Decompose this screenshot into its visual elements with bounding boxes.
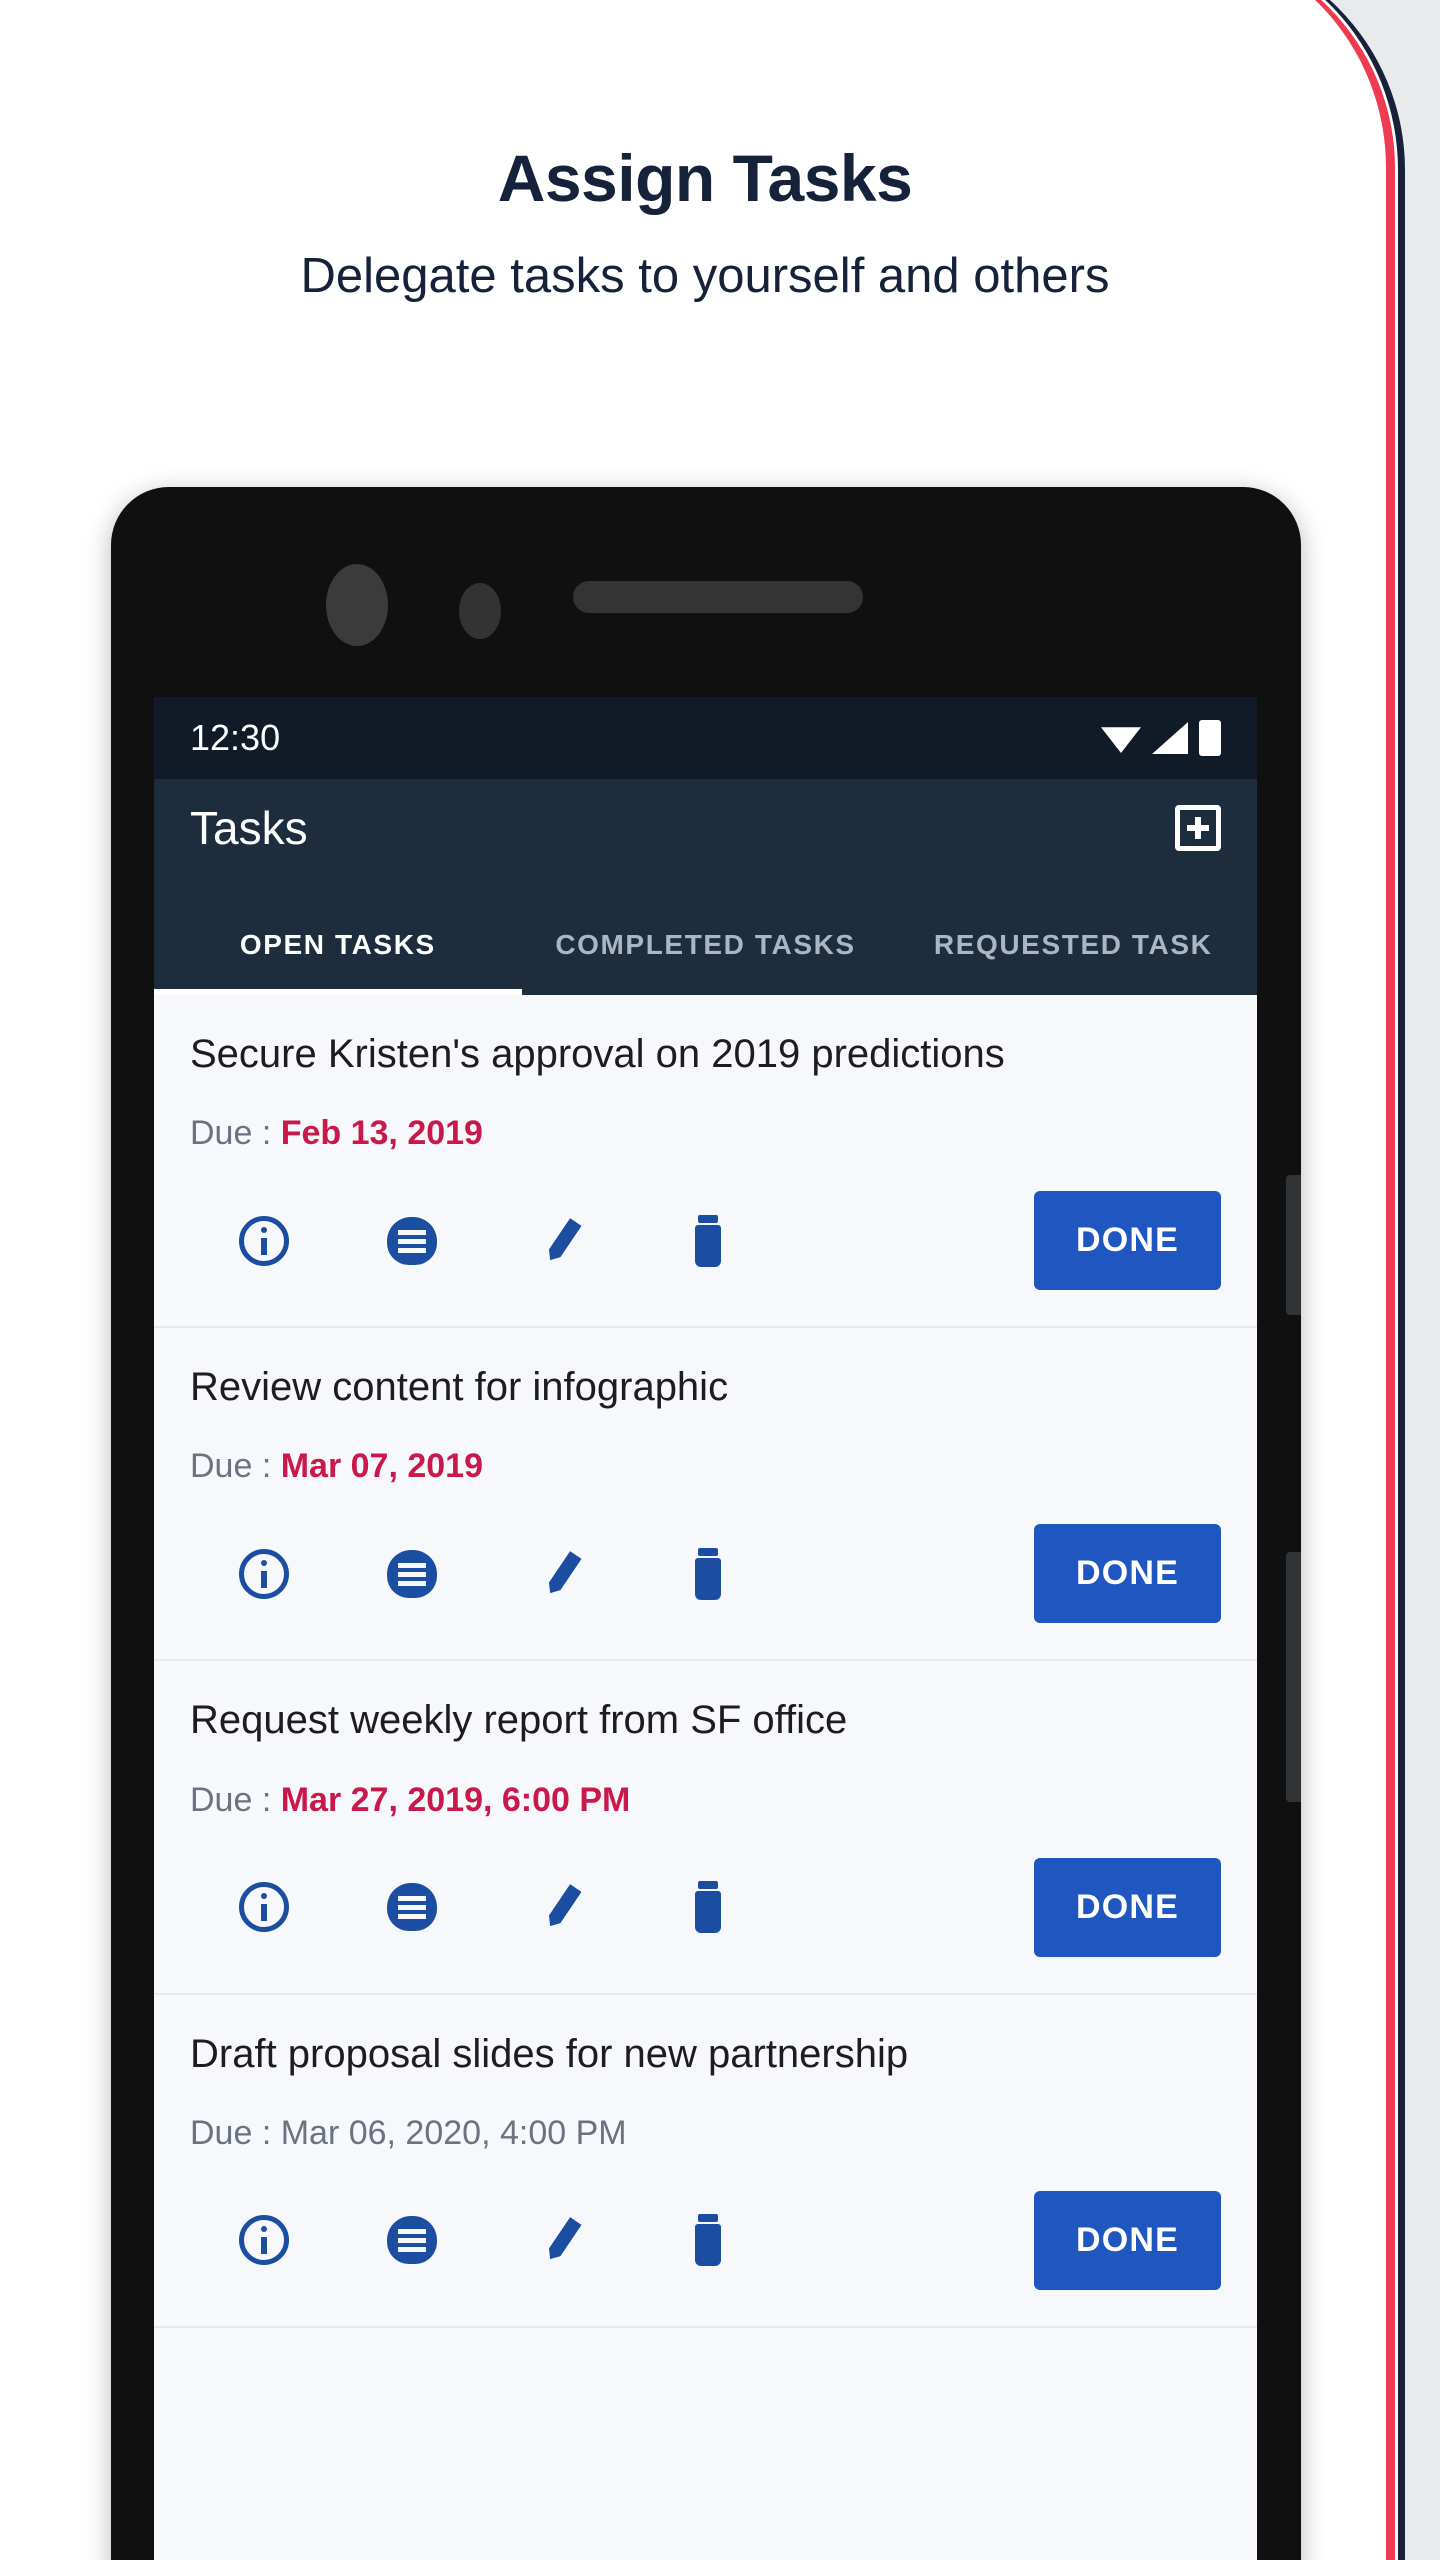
done-button[interactable]: DONE — [1033, 1857, 1221, 1957]
due-date: Mar 06, 2020, 4:00 PM — [280, 2113, 627, 2152]
task-list-item[interactable]: Request weekly report from SF office Due… — [154, 1661, 1257, 1995]
delete-button[interactable] — [634, 1547, 782, 1600]
phone-bezel-top — [111, 487, 1301, 697]
task-action-row: DONE — [190, 2190, 1221, 2326]
pencil-icon — [535, 1882, 585, 1932]
pencil-icon — [535, 1216, 585, 1266]
info-icon — [239, 1882, 289, 1933]
delete-button[interactable] — [634, 1881, 782, 1934]
phone-mockup: 12:30 Tasks OPEN TASKS COMPLETED TASKS R… — [111, 487, 1301, 2560]
status-bar: 12:30 — [154, 697, 1257, 779]
edit-button[interactable] — [486, 1882, 634, 1932]
task-action-row: DONE — [190, 1524, 1221, 1659]
due-label: Due : — [190, 2113, 281, 2152]
wifi-icon — [1101, 727, 1141, 753]
comment-icon — [387, 1549, 437, 1598]
task-list-item[interactable]: Review content for infographic Due : Mar… — [154, 1328, 1257, 1662]
app-bar: Tasks — [154, 779, 1257, 877]
info-icon — [239, 2215, 289, 2266]
status-bar-clock: 12:30 — [190, 717, 281, 758]
page-subtitle: Delegate tasks to yourself and others — [300, 249, 1110, 303]
comment-button[interactable] — [338, 1549, 486, 1598]
comment-icon — [387, 1883, 437, 1932]
done-button[interactable]: DONE — [1033, 1191, 1221, 1291]
task-action-row: DONE — [190, 1857, 1221, 1993]
pencil-icon — [535, 1549, 585, 1599]
due-label: Due : — [190, 1447, 281, 1486]
trash-icon — [686, 1881, 730, 1934]
task-due: Due : Feb 13, 2019 — [190, 1114, 1221, 1153]
camera-lens-icon — [326, 564, 388, 646]
status-bar-icons — [1101, 720, 1221, 756]
task-due: Due : Mar 06, 2020, 4:00 PM — [190, 2114, 1221, 2153]
due-label: Due : — [190, 1780, 281, 1819]
promo-header: Assign Tasks Delegate tasks to yourself … — [0, 0, 1410, 304]
due-date: Feb 13, 2019 — [280, 1114, 483, 1153]
due-label: Due : — [190, 1114, 281, 1153]
edit-button[interactable] — [486, 2215, 634, 2265]
tab-completed-tasks[interactable]: COMPLETED TASKS — [522, 927, 890, 995]
task-title: Secure Kristen's approval on 2019 predic… — [190, 1032, 1005, 1076]
done-button[interactable]: DONE — [1033, 1524, 1221, 1624]
info-button[interactable] — [190, 1882, 338, 1933]
task-list: Secure Kristen's approval on 2019 predic… — [154, 995, 1257, 2328]
comment-button[interactable] — [338, 1216, 486, 1265]
earpiece-speaker — [573, 581, 863, 613]
proximity-sensor-icon — [459, 583, 501, 639]
tab-open-tasks[interactable]: OPEN TASKS — [154, 927, 522, 995]
trash-icon — [686, 2214, 730, 2267]
info-button[interactable] — [190, 1548, 338, 1599]
info-icon — [239, 1215, 289, 1266]
phone-power-button[interactable] — [1286, 1175, 1301, 1315]
task-action-row: DONE — [190, 1191, 1221, 1326]
info-button[interactable] — [190, 1215, 338, 1266]
delete-button[interactable] — [634, 1214, 782, 1267]
pencil-icon — [535, 2215, 585, 2265]
trash-icon — [686, 1214, 730, 1267]
task-list-item[interactable]: Draft proposal slides for new partnershi… — [154, 1995, 1257, 2328]
edit-button[interactable] — [486, 1216, 634, 1266]
page-title: Assign Tasks — [497, 141, 913, 215]
add-box-icon[interactable] — [1175, 805, 1221, 851]
task-title: Review content for infographic — [190, 1365, 729, 1410]
comment-button[interactable] — [338, 2216, 486, 2265]
task-title: Request weekly report from SF office — [190, 1698, 848, 1743]
info-icon — [239, 1548, 289, 1599]
task-due: Due : Mar 07, 2019 — [190, 1447, 1221, 1486]
info-button[interactable] — [190, 2215, 338, 2266]
tab-requested-task[interactable]: REQUESTED TASK — [889, 927, 1257, 995]
phone-volume-button[interactable] — [1286, 1552, 1301, 1802]
battery-icon — [1199, 720, 1221, 756]
tab-bar: OPEN TASKS COMPLETED TASKS REQUESTED TAS… — [154, 877, 1257, 995]
edit-button[interactable] — [486, 1549, 634, 1599]
task-list-item[interactable]: Secure Kristen's approval on 2019 predic… — [154, 995, 1257, 1329]
comment-icon — [387, 2216, 437, 2265]
due-date: Mar 27, 2019, 6:00 PM — [280, 1780, 631, 1819]
comment-icon — [387, 1216, 437, 1265]
trash-icon — [686, 1547, 730, 1600]
phone-screen: 12:30 Tasks OPEN TASKS COMPLETED TASKS R… — [154, 697, 1257, 2560]
promo-page: Assign Tasks Delegate tasks to yourself … — [0, 0, 1440, 2560]
delete-button[interactable] — [634, 2214, 782, 2267]
signal-icon — [1152, 722, 1188, 754]
task-title: Draft proposal slides for new partnershi… — [190, 2031, 909, 2076]
app-bar-title: Tasks — [190, 802, 308, 854]
done-button[interactable]: DONE — [1033, 2190, 1221, 2290]
task-due: Due : Mar 27, 2019, 6:00 PM — [190, 1781, 1221, 1820]
due-date: Mar 07, 2019 — [280, 1447, 483, 1486]
comment-button[interactable] — [338, 1883, 486, 1932]
